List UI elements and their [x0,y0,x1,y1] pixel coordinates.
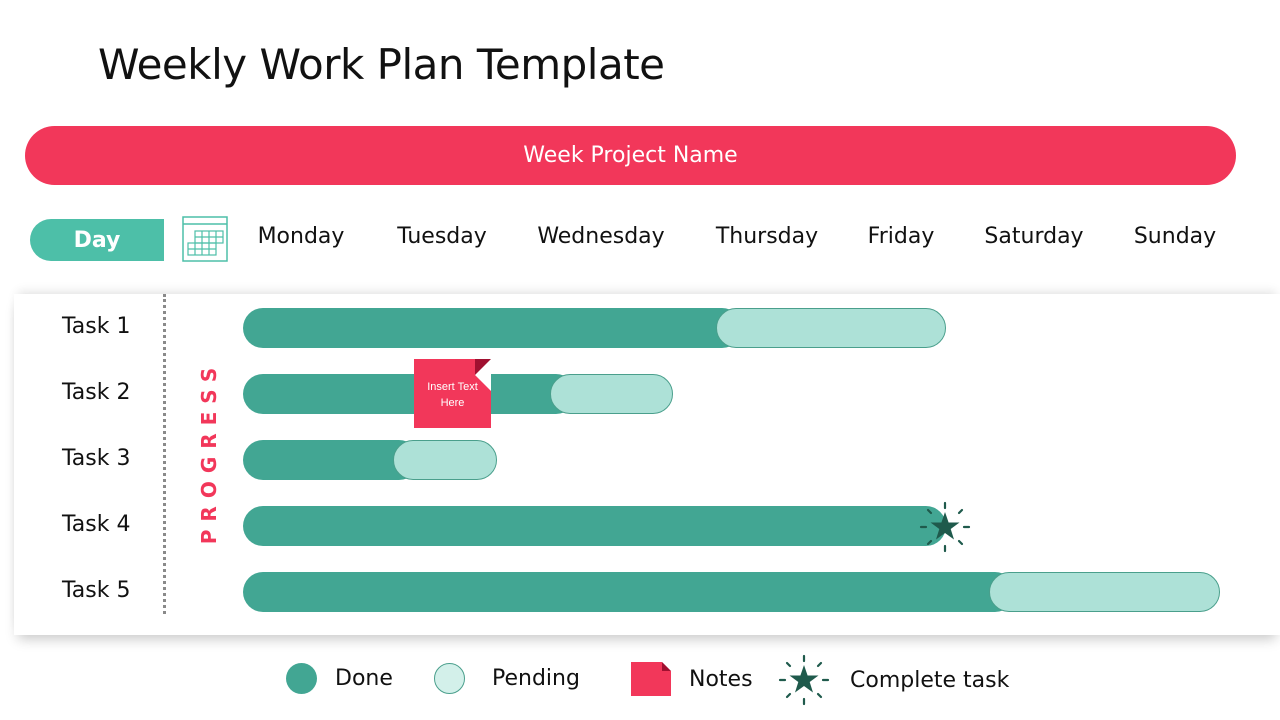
note-text-line2: Here [440,396,465,409]
day-wednesday: Wednesday [537,224,665,249]
day-saturday: Saturday [984,224,1084,249]
done-segment [243,374,576,414]
note-sticky[interactable]: Insert Text Here [414,359,491,428]
done-segment [243,572,1015,612]
done-segment [243,308,742,348]
pending-segment-overlay [393,440,497,480]
pending-segment-overlay [989,572,1220,612]
legend-done: Done [286,663,393,694]
complete-star-icon [919,501,971,553]
task-label: Task 2 [62,380,131,405]
pending-segment-overlay [716,308,946,348]
day-monday: Monday [257,224,345,249]
task-label: Task 1 [62,314,131,339]
done-segment [243,506,946,546]
complete-task-icon [778,654,830,706]
pending-swatch [434,663,465,694]
pending-segment-overlay [550,374,673,414]
day-friday: Friday [867,224,935,249]
note-fold [475,359,491,375]
note-text: Insert Text Here [427,377,478,411]
day-sunday: Sunday [1133,224,1217,249]
dotted-divider [163,294,166,614]
notes-icon [631,662,671,696]
note-text-line1: Insert Text [427,380,478,393]
legend-complete-label: Complete task [850,667,1010,693]
legend-complete: Complete task [778,654,1009,706]
task-label: Task 3 [62,446,131,471]
legend-pending: Pending [434,663,580,694]
legend-done-label: Done [335,666,393,691]
legend: Done Pending Notes Complete task [0,654,1280,706]
legend-pending-label: Pending [492,666,580,691]
page-title: Weekly Work Plan Template [98,40,665,89]
legend-notes: Notes [631,662,753,696]
legend-notes-label: Notes [689,666,753,692]
day-tuesday: Tuesday [397,224,487,249]
day-thursday: Thursday [715,224,819,249]
progress-label: PROGRESS [197,359,221,545]
task-label: Task 5 [62,578,131,603]
task-label: Task 4 [62,512,131,537]
project-name-banner: Week Project Name [25,126,1236,185]
weekday-header: Monday Tuesday Wednesday Thursday Friday… [0,224,1280,258]
done-swatch [286,663,317,694]
